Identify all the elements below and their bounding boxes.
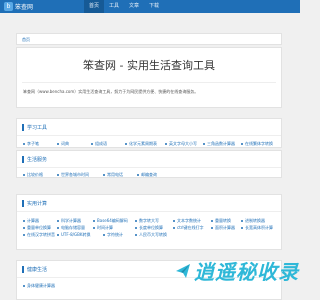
bullet-icon: [135, 220, 137, 222]
section-title: 学习工具: [27, 125, 48, 131]
tool-link[interactable]: ctrl键在线打字: [173, 225, 204, 231]
tool-link[interactable]: 化学元素周期表: [125, 141, 157, 147]
section-practical-calculators: 实用计算 计算器 科学计算器 Base64编码解码 数字转大写 文本字数统计 重…: [16, 194, 282, 250]
tool-link[interactable]: Base64编码解码: [93, 218, 128, 224]
bullet-icon: [23, 174, 25, 176]
bullet-icon: [241, 143, 243, 145]
watermark: 逍遥秘收录: [175, 256, 299, 285]
bullet-icon: [173, 227, 175, 229]
breadcrumb: 首页: [16, 33, 282, 45]
watermark-text: 逍遥秘收录: [194, 260, 299, 284]
tool-link[interactable]: 科学计算器: [57, 218, 81, 224]
paper-plane-icon: [175, 263, 191, 279]
site-logo[interactable]: b 笨查网: [4, 2, 33, 11]
bullet-icon: [241, 227, 243, 229]
tool-link[interactable]: 字符统计: [103, 232, 123, 238]
bullet-icon: [23, 234, 25, 236]
bullet-icon: [23, 220, 25, 222]
tool-link[interactable]: 时间计算: [93, 225, 113, 231]
section-title: 生活服务: [27, 157, 48, 163]
section-accent-bar: [22, 200, 24, 207]
bullet-icon: [23, 285, 25, 287]
tool-link[interactable]: 文本字数统计: [173, 218, 201, 224]
divider: [22, 82, 276, 83]
bullet-icon: [23, 143, 25, 145]
bullet-icon: [203, 143, 205, 145]
bullet-icon: [211, 227, 213, 229]
tool-link[interactable]: UTF-8/GBK转换: [57, 232, 90, 238]
bullet-icon: [103, 174, 105, 176]
tool-link[interactable]: 长宽高体积计算: [241, 225, 273, 231]
top-nav-bar: b 笨查网 首页 工具 文章 下载: [0, 0, 300, 13]
section-accent-bar: [22, 156, 24, 163]
bullet-icon: [23, 227, 25, 229]
site-description: 笨查网（www.bencha.com）实用生活查询工具，努力于为网民提供方便、快…: [23, 89, 199, 94]
tool-link[interactable]: 世界各城市时间: [57, 172, 89, 178]
main-nav: 首页 工具 文章 下载: [84, 0, 164, 13]
logo-text: 笨查网: [15, 4, 34, 11]
hero-panel: 笨查网 - 实用生活查询工具 笨查网（www.bencha.com）实用生活查询…: [16, 47, 282, 108]
bullet-icon: [135, 227, 137, 229]
nav-item-tools[interactable]: 工具: [104, 0, 124, 13]
tool-link[interactable]: 英文字母大小写: [165, 141, 197, 147]
section-header: 生活服务: [17, 151, 281, 168]
tool-link[interactable]: 人民币大写转换: [135, 232, 167, 238]
tool-link[interactable]: 词典: [57, 141, 69, 147]
section-accent-bar: [22, 124, 24, 131]
tool-link[interactable]: 常用电话: [103, 172, 123, 178]
tool-link[interactable]: 比较价格: [23, 172, 43, 178]
tool-link[interactable]: 长度单位换算: [135, 225, 163, 231]
bullet-icon: [125, 143, 127, 145]
tool-link[interactable]: 进制转换器: [241, 218, 265, 224]
section-header: 实用计算: [17, 195, 281, 212]
tool-link[interactable]: 重量转换: [211, 218, 231, 224]
bullet-icon: [57, 234, 59, 236]
section-header: 学习工具: [17, 119, 281, 136]
tool-link[interactable]: 计算器: [23, 218, 39, 224]
page-title: 笨查网 - 实用生活查询工具: [83, 59, 215, 72]
section-life-services: 生活服务 比较价格 世界各城市时间 常用电话 邮编查询: [16, 150, 282, 178]
nav-item-downloads[interactable]: 下载: [144, 0, 164, 13]
tool-link[interactable]: 邮编查询: [137, 172, 157, 178]
bullet-icon: [173, 220, 175, 222]
breadcrumb-home-link[interactable]: 首页: [22, 37, 30, 43]
tool-link[interactable]: 李子笔: [23, 141, 39, 147]
tool-link[interactable]: 身体健康计算器: [23, 283, 55, 289]
bullet-icon: [57, 227, 59, 229]
bullet-icon: [103, 234, 105, 236]
bullet-icon: [165, 143, 167, 145]
section-title: 实用计算: [27, 201, 48, 207]
bullet-icon: [91, 143, 93, 145]
bullet-icon: [57, 220, 59, 222]
tool-link[interactable]: 组成语: [91, 141, 107, 147]
bullet-icon: [241, 220, 243, 222]
tool-link[interactable]: 数字转大写: [135, 218, 159, 224]
section-accent-bar: [22, 266, 24, 273]
tool-link[interactable]: 电脑存储容量: [57, 225, 85, 231]
bullet-icon: [93, 227, 95, 229]
bullet-icon: [137, 174, 139, 176]
section-title: 健康生活: [27, 267, 48, 273]
bullet-icon: [57, 143, 59, 145]
nav-item-articles[interactable]: 文章: [124, 0, 144, 13]
bullet-icon: [135, 234, 137, 236]
tool-link[interactable]: 在线汉字转拼音: [23, 232, 55, 238]
tool-link[interactable]: 面积计算器: [211, 225, 235, 231]
logo-icon: b: [4, 2, 13, 11]
tool-link[interactable]: 在线繁体字转换: [241, 141, 273, 147]
tool-link[interactable]: 三角函数计算器: [203, 141, 235, 147]
section-study-tools: 学习工具 李子笔 词典 组成语 化学元素周期表 英文字母大小写 三角函数计算器 …: [16, 118, 282, 148]
nav-item-home[interactable]: 首页: [84, 0, 105, 13]
bullet-icon: [57, 174, 59, 176]
tool-link[interactable]: 重量单位换算: [23, 225, 51, 231]
bullet-icon: [93, 220, 95, 222]
bullet-icon: [211, 220, 213, 222]
